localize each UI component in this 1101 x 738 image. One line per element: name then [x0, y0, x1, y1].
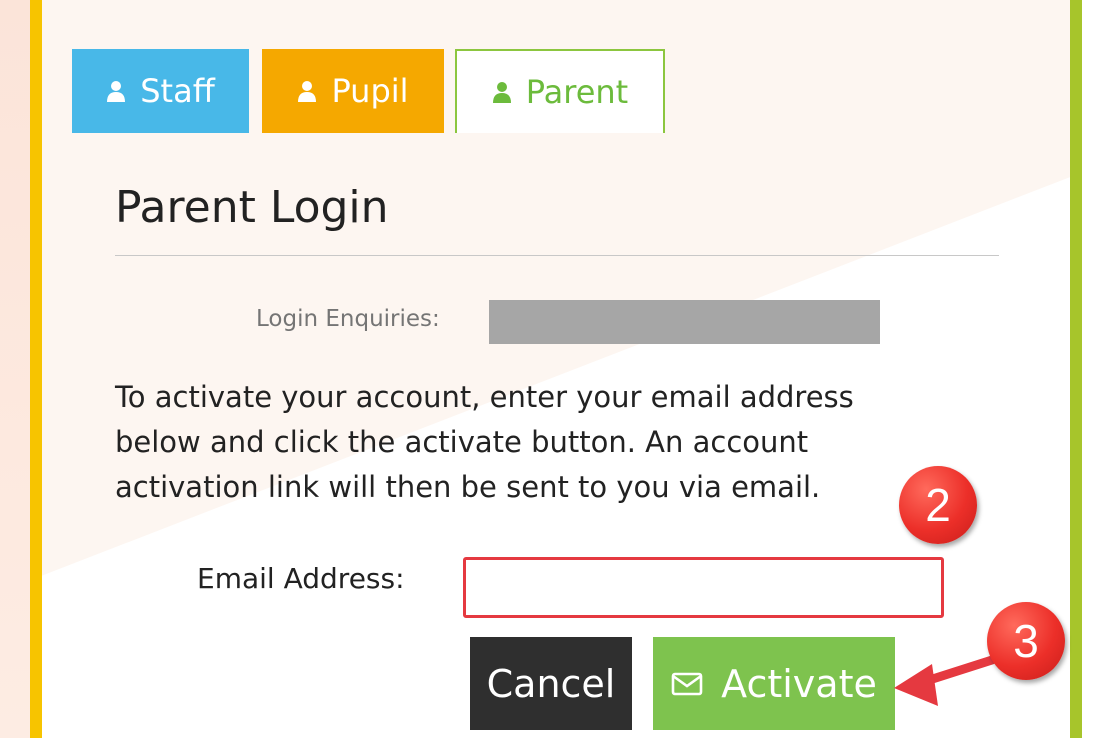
tab-pupil-label: Pupil	[331, 72, 409, 110]
tab-staff[interactable]: Staff	[72, 49, 249, 133]
person-icon	[107, 81, 126, 102]
redacted-contact-info	[489, 300, 880, 344]
tab-parent[interactable]: Parent	[455, 49, 665, 133]
background-left	[0, 0, 30, 738]
tab-pupil[interactable]: Pupil	[262, 49, 444, 133]
email-address-label: Email Address:	[197, 562, 405, 595]
envelope-icon	[671, 672, 703, 695]
email-address-input[interactable]	[463, 557, 944, 618]
cancel-button[interactable]: Cancel	[470, 637, 632, 730]
step-2-badge: 2	[899, 466, 977, 544]
activate-button[interactable]: Activate	[653, 637, 895, 730]
title-divider	[115, 255, 999, 256]
person-icon	[492, 82, 511, 103]
panel-border-left	[30, 0, 42, 738]
panel-border-right	[1070, 0, 1082, 738]
tab-staff-label: Staff	[140, 72, 215, 110]
cancel-button-label: Cancel	[486, 661, 616, 706]
activation-instructions: To activate your account, enter your ema…	[115, 380, 854, 504]
background-right	[1082, 0, 1101, 738]
person-icon	[298, 81, 317, 102]
step-3-badge: 3	[987, 602, 1065, 680]
login-enquiries-label: Login Enquiries:	[256, 306, 440, 332]
activate-button-label: Activate	[721, 661, 877, 706]
page-title: Parent Login	[115, 182, 389, 233]
tab-parent-label: Parent	[525, 73, 629, 111]
